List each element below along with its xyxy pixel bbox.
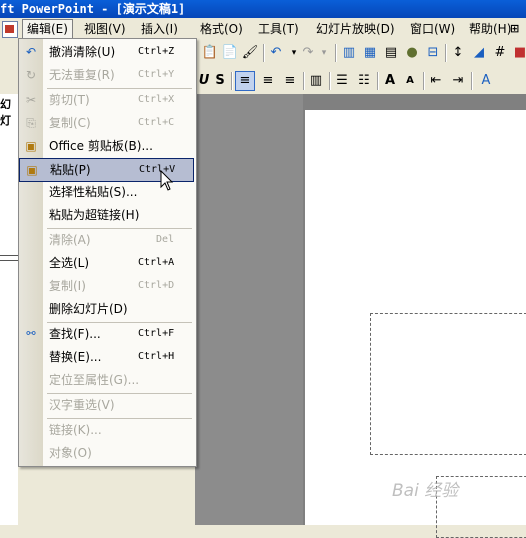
slides-tab[interactable]: 幻灯 <box>0 96 20 127</box>
chart-icon[interactable]: ▥ <box>340 44 358 62</box>
menu-format[interactable]: 格式(O) <box>196 20 247 38</box>
grid-icon[interactable]: # <box>491 44 509 62</box>
clipboard-icon: ▣ <box>25 139 37 153</box>
paste-toolbar-icon[interactable]: 📋 <box>201 44 219 62</box>
menu-item-duplicate[interactable]: 复制(I) Ctrl+D <box>19 275 194 297</box>
left-toolbar-strip <box>0 40 20 94</box>
mouse-cursor-icon <box>160 170 174 191</box>
menu-window[interactable]: 窗口(W) <box>406 20 459 38</box>
decrease-indent-icon[interactable]: ⇤ <box>427 72 445 90</box>
paste-icon: ▣ <box>26 163 38 177</box>
clipboard-toolbar-icon[interactable]: 📄 <box>221 44 239 62</box>
find-icon: ⚯ <box>26 327 36 340</box>
menu-item-reconversion[interactable]: 汉字重选(V) <box>19 394 194 416</box>
watermark-logo: Bai 经验 <box>392 481 459 501</box>
menu-item-delete-slide[interactable]: 删除幻灯片(D) <box>19 298 194 320</box>
mdi-window-icon[interactable]: ⊞ <box>506 20 523 38</box>
window-title: ft PowerPoint - [演示文稿1] <box>0 2 186 16</box>
menu-item-office-clipboard[interactable]: ▣ Office 剪贴板(B)... <box>19 135 194 157</box>
format-painter-icon[interactable]: 🖌 <box>241 44 259 62</box>
slides-panel <box>0 94 18 525</box>
color-icon[interactable]: ■ <box>511 44 526 62</box>
insert-table-icon[interactable]: ▤ <box>382 44 400 62</box>
increase-font-icon[interactable]: A <box>381 72 399 90</box>
shadow-icon[interactable]: S <box>211 72 229 90</box>
formatting-toolbar: U S ≡ ≡ ≡ ▥ ☰ ☷ A A ⇤ ⇥ A <box>195 68 526 95</box>
show-formatting-icon[interactable]: ◢ <box>470 44 488 62</box>
menu-tools[interactable]: 工具(T) <box>254 20 303 38</box>
menu-item-goto-property[interactable]: 定位至属性(G)... <box>19 369 194 391</box>
edit-menu-dropdown: ↶ 撤消清除(U) Ctrl+Z ↻ 无法重复(R) Ctrl+Y ✂ 剪切(T… <box>18 38 197 467</box>
align-right-icon[interactable]: ≡ <box>281 72 299 90</box>
cut-icon: ✂ <box>25 93 37 107</box>
menu-edit[interactable]: 编辑(E) <box>22 19 73 39</box>
menu-slideshow[interactable]: 幻灯片放映(D) <box>312 20 399 38</box>
menu-item-undo[interactable]: ↶ 撤消清除(U) Ctrl+Z <box>19 41 194 63</box>
distributed-icon[interactable]: ▥ <box>307 72 325 90</box>
document-icon[interactable] <box>2 21 18 38</box>
hyperlink-icon[interactable]: ● <box>403 44 421 62</box>
table-icon[interactable]: ▦ <box>361 44 379 62</box>
menu-item-find[interactable]: ⚯ 查找(F)... Ctrl+F <box>19 323 194 345</box>
menu-item-clear[interactable]: 清除(A) Del <box>19 229 194 251</box>
undo-toolbar-icon[interactable]: ↶ <box>267 44 285 62</box>
expand-icon[interactable]: ⊟ <box>424 44 442 62</box>
bullets-icon[interactable]: ☷ <box>355 72 373 90</box>
menu-insert[interactable]: 插入(I) <box>137 20 182 38</box>
menu-item-links[interactable]: 链接(K)... <box>19 419 194 441</box>
menu-item-copy[interactable]: ⎘ 复制(C) Ctrl+C <box>19 112 194 134</box>
increase-indent-icon[interactable]: ⇥ <box>449 72 467 90</box>
align-center-icon[interactable]: ≡ <box>259 72 277 90</box>
numbering-icon[interactable]: ☰ <box>333 72 351 90</box>
standard-toolbar: 📋 📄 🖌 ↶ ▾ ↷ ▾ ▥ ▦ ▤ ● ⊟ ↕ ◢ # ■ <box>195 40 526 69</box>
decrease-font-icon[interactable]: A <box>401 72 419 90</box>
menu-item-select-all[interactable]: 全选(L) Ctrl+A <box>19 252 194 274</box>
title-placeholder[interactable] <box>370 313 526 455</box>
menu-item-replace[interactable]: 替换(E)... Ctrl+H <box>19 346 194 368</box>
redo-dropdown-icon[interactable]: ▾ <box>315 44 333 62</box>
undo-icon: ↶ <box>25 45 37 59</box>
menu-item-paste-hyperlink[interactable]: 粘贴为超链接(H) <box>19 204 194 226</box>
menu-item-redo[interactable]: ↻ 无法重复(R) Ctrl+Y <box>19 64 194 86</box>
menu-item-object[interactable]: 对象(O) <box>19 442 194 464</box>
align-left-icon[interactable]: ≡ <box>235 71 255 91</box>
title-bar: ft PowerPoint - [演示文稿1] <box>0 0 526 18</box>
menu-item-cut[interactable]: ✂ 剪切(T) Ctrl+X <box>19 89 194 111</box>
copy-icon: ⎘ <box>26 116 36 130</box>
font-color-icon[interactable]: A <box>477 72 495 90</box>
redo-icon: ↻ <box>25 68 37 82</box>
workspace-margin <box>195 94 303 525</box>
sort-icon[interactable]: ↕ <box>449 44 467 62</box>
menu-view[interactable]: 视图(V) <box>80 20 130 38</box>
